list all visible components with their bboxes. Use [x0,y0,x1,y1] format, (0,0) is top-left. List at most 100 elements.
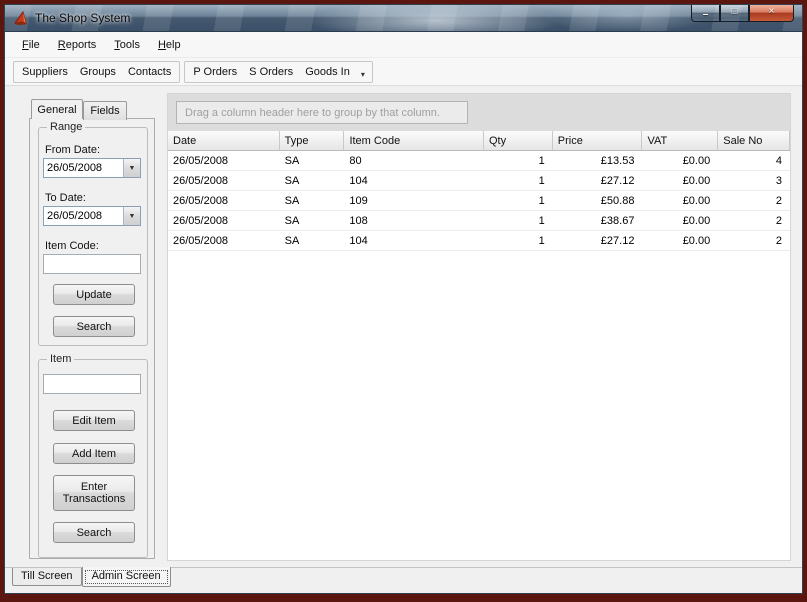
range-group: Range From Date: ▼ To Date: ▼ Item Code: [38,121,148,346]
contacts-button[interactable]: Contacts [122,63,177,81]
toolbar-group-records: Suppliers Groups Contacts [13,60,181,83]
table-cell: 1 [538,154,545,167]
column-header-vat[interactable]: VAT [642,131,719,150]
table-cell: 3 [775,174,782,187]
item-code-label: Item Code: [45,240,99,252]
table-row[interactable]: 26/05/2008 SA 104 1 £27.12 £0.00 3 [168,171,790,191]
table-row[interactable]: 26/05/2008 SA 104 1 £27.12 £0.00 2 [168,231,790,251]
item-group-title: Item [47,353,75,365]
suppliers-button[interactable]: Suppliers [16,63,74,81]
minimize-button[interactable]: – [691,5,720,22]
title-bar[interactable]: The Shop System – □ × [5,5,802,32]
table-cell: SA [284,214,300,227]
tab-till-screen[interactable]: Till Screen [12,568,82,586]
table-cell: 26/05/2008 [173,174,229,187]
group-by-bar[interactable]: Drag a column header here to group by th… [168,94,790,131]
item-code-input[interactable] [43,254,141,274]
to-date-label: To Date: [45,192,86,204]
table-cell: SA [284,154,300,167]
s-orders-button[interactable]: S Orders [243,63,299,81]
range-search-button[interactable]: Search [53,316,135,337]
maximize-icon: □ [731,6,738,17]
from-date-combo: ▼ [43,158,141,178]
table-cell: 26/05/2008 [173,154,229,167]
window-controls: – □ × [691,5,794,22]
table-cell: 26/05/2008 [173,214,229,227]
table-cell: £0.00 [682,194,711,207]
table-cell: 2 [775,214,782,227]
to-date-combo: ▼ [43,206,141,226]
table-cell: SA [284,234,300,247]
menu-item-help[interactable]: Help [149,35,190,55]
column-header-qty[interactable]: Qty [484,131,553,150]
groups-button[interactable]: Groups [74,63,122,81]
table-cell: £38.67 [600,214,635,227]
item-input[interactable] [43,374,141,394]
table-cell: 2 [775,194,782,207]
menu-item-reports[interactable]: Reports [49,35,106,55]
column-header-sale-no[interactable]: Sale No [718,131,791,150]
app-window: The Shop System – □ × File Reports Tools… [4,4,803,594]
table-cell: 2 [775,234,782,247]
from-date-label: From Date: [45,144,101,156]
chevron-down-icon: ▼ [128,164,136,172]
close-icon: × [768,6,775,17]
table-cell: 1 [538,194,545,207]
update-button[interactable]: Update [53,284,135,305]
chevron-down-icon: ▼ [128,212,136,220]
tab-fields[interactable]: Fields [83,101,127,120]
tab-admin-screen[interactable]: Admin Screen [81,567,171,587]
grid-body: 26/05/2008 SA 80 1 £13.53 £0.00 4 26/05/2008 SA 1… [168,151,790,560]
table-cell: 1 [538,174,545,187]
table-cell: 26/05/2008 [173,194,229,207]
add-item-button[interactable]: Add Item [53,443,135,464]
table-cell: 26/05/2008 [173,234,229,247]
sidebar-tab-page: Range From Date: ▼ To Date: ▼ Item Code: [29,118,155,559]
p-orders-button[interactable]: P Orders [187,63,243,81]
table-cell: £50.88 [600,194,635,207]
table-cell: 1 [538,234,545,247]
edit-item-button[interactable]: Edit Item [53,410,135,431]
column-header-date[interactable]: Date [168,131,280,150]
from-date-input[interactable] [44,159,123,177]
tab-general[interactable]: General [31,99,83,119]
table-cell: £27.12 [600,174,635,187]
toolbar-overflow-button[interactable]: ▾ [356,66,370,79]
table-cell: £0.00 [682,214,711,227]
enter-transactions-button[interactable]: Enter Transactions [53,475,135,511]
item-group: Item Edit Item Add Item Enter Transactio… [38,353,148,558]
close-button[interactable]: × [749,5,794,22]
table-cell: £0.00 [682,174,711,187]
to-date-input[interactable] [44,207,123,225]
column-header-item-code[interactable]: Item Code [344,131,484,150]
data-grid: Drag a column header here to group by th… [167,93,791,561]
item-search-button[interactable]: Search [53,522,135,543]
table-cell: 1 [538,214,545,227]
table-cell: 80 [349,154,362,167]
table-cell: £27.12 [600,234,635,247]
table-row[interactable]: 26/05/2008 SA 109 1 £50.88 £0.00 2 [168,191,790,211]
from-date-dropdown-button[interactable]: ▼ [123,159,140,177]
maximize-button[interactable]: □ [720,5,749,22]
column-header-price[interactable]: Price [553,131,643,150]
table-cell: £0.00 [682,234,711,247]
minimize-icon: – [702,9,709,20]
table-row[interactable]: 26/05/2008 SA 80 1 £13.53 £0.00 4 [168,151,790,171]
table-cell: 104 [349,234,368,247]
column-header-type[interactable]: Type [280,131,345,150]
table-cell: 4 [775,154,782,167]
menu-item-file[interactable]: File [13,35,49,55]
chevron-down-icon: ▾ [360,70,365,79]
table-cell: £0.00 [682,154,711,167]
table-cell: 108 [349,214,368,227]
bottom-tab-strip: Till Screen Admin Screen [5,567,802,593]
to-date-dropdown-button[interactable]: ▼ [123,207,140,225]
app-icon [14,10,27,25]
menu-item-tools[interactable]: Tools [105,35,149,55]
window-frame: The Shop System – □ × File Reports Tools… [0,0,807,602]
table-cell: SA [284,174,300,187]
table-cell: 109 [349,194,368,207]
goods-in-button[interactable]: Goods In [299,63,356,81]
menu-bar: File Reports Tools Help [5,32,802,58]
table-row[interactable]: 26/05/2008 SA 108 1 £38.67 £0.00 2 [168,211,790,231]
